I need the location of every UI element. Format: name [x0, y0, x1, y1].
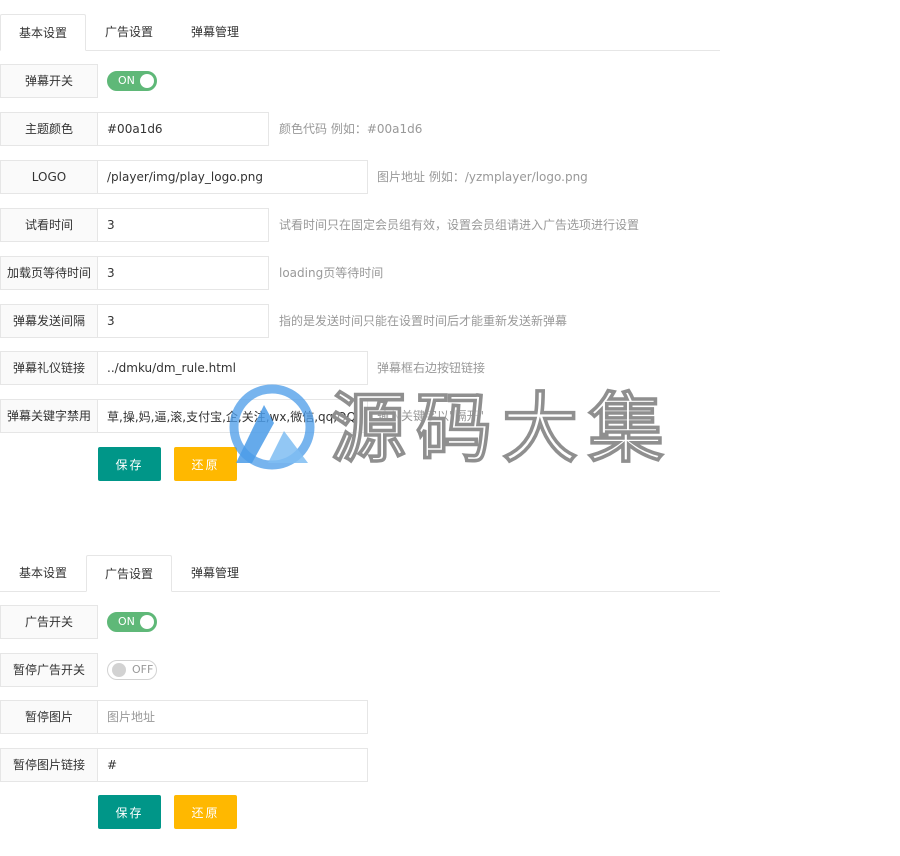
tab-basic-settings[interactable]: 基本设置	[0, 555, 86, 592]
toggle-state-text: OFF	[132, 663, 154, 676]
field-hint: 颜色代码 例如：#00a1d6	[279, 122, 423, 136]
toggle-knob	[140, 615, 154, 629]
pause-image-link-input[interactable]	[98, 748, 368, 782]
field-label: 弹幕礼仪链接	[0, 351, 98, 385]
field-label: LOGO	[0, 160, 98, 194]
theme-color-input[interactable]	[98, 112, 269, 146]
toggle-knob	[112, 663, 126, 677]
danmu-toggle[interactable]: ON	[107, 71, 157, 91]
field-hint: 指的是发送时间只能在设置时间后才能重新发送新弹幕	[279, 314, 568, 328]
settings-panel-ads: 基本设置 广告设置 弹幕管理 广告开关 ON 暂停广告开关 OFF 暂停图片 暂…	[0, 541, 720, 829]
logo-input[interactable]	[98, 160, 368, 194]
field-hint: 弹幕框右边按钮链接	[377, 361, 486, 375]
field-label: 暂停图片	[0, 700, 98, 734]
tab-danmu-management[interactable]: 弹幕管理	[172, 555, 258, 592]
field-label: 广告开关	[0, 605, 98, 639]
pause-image-input[interactable]	[98, 700, 368, 734]
tab-bar: 基本设置 广告设置 弹幕管理	[0, 0, 720, 51]
tab-basic-settings[interactable]: 基本设置	[0, 14, 86, 51]
toggle-knob	[140, 74, 154, 88]
toggle-state-text: ON	[118, 615, 135, 628]
tab-ad-settings[interactable]: 广告设置	[86, 14, 172, 51]
field-label: 弹幕关键字禁用	[0, 399, 98, 433]
field-label: 主题颜色	[0, 112, 98, 146]
settings-panel-basic: 基本设置 广告设置 弹幕管理 弹幕开关 ON 主题颜色 颜色代码 例如：#00a…	[0, 0, 720, 481]
save-button[interactable]: 保存	[98, 795, 161, 829]
field-hint: 试看时间只在固定会员组有效，设置会员组请进入广告选项进行设置	[279, 218, 640, 232]
pause-ad-toggle[interactable]: OFF	[107, 660, 157, 680]
field-hint: loading页等待时间	[279, 266, 384, 280]
send-interval-input[interactable]	[98, 304, 269, 338]
save-button[interactable]: 保存	[98, 447, 161, 481]
watermark-logo-icon	[229, 384, 315, 470]
field-label: 试看时间	[0, 208, 98, 242]
tab-bar: 基本设置 广告设置 弹幕管理	[0, 541, 720, 592]
loading-wait-input[interactable]	[98, 256, 269, 290]
tab-danmu-management[interactable]: 弹幕管理	[172, 14, 258, 51]
trial-time-input[interactable]	[98, 208, 269, 242]
field-label: 暂停图片链接	[0, 748, 98, 782]
tab-ad-settings[interactable]: 广告设置	[86, 555, 172, 592]
field-label: 弹幕开关	[0, 64, 98, 98]
field-label: 暂停广告开关	[0, 653, 98, 687]
ad-toggle[interactable]: ON	[107, 612, 157, 632]
etiquette-link-input[interactable]	[98, 351, 368, 385]
toggle-state-text: ON	[118, 74, 135, 87]
field-label: 加载页等待时间	[0, 256, 98, 290]
field-hint: 图片地址 例如：/yzmplayer/logo.png	[377, 170, 588, 184]
reset-button[interactable]: 还原	[174, 795, 237, 829]
field-label: 弹幕发送间隔	[0, 304, 98, 338]
field-hint: 输入关键字以"隔开"	[377, 409, 485, 423]
